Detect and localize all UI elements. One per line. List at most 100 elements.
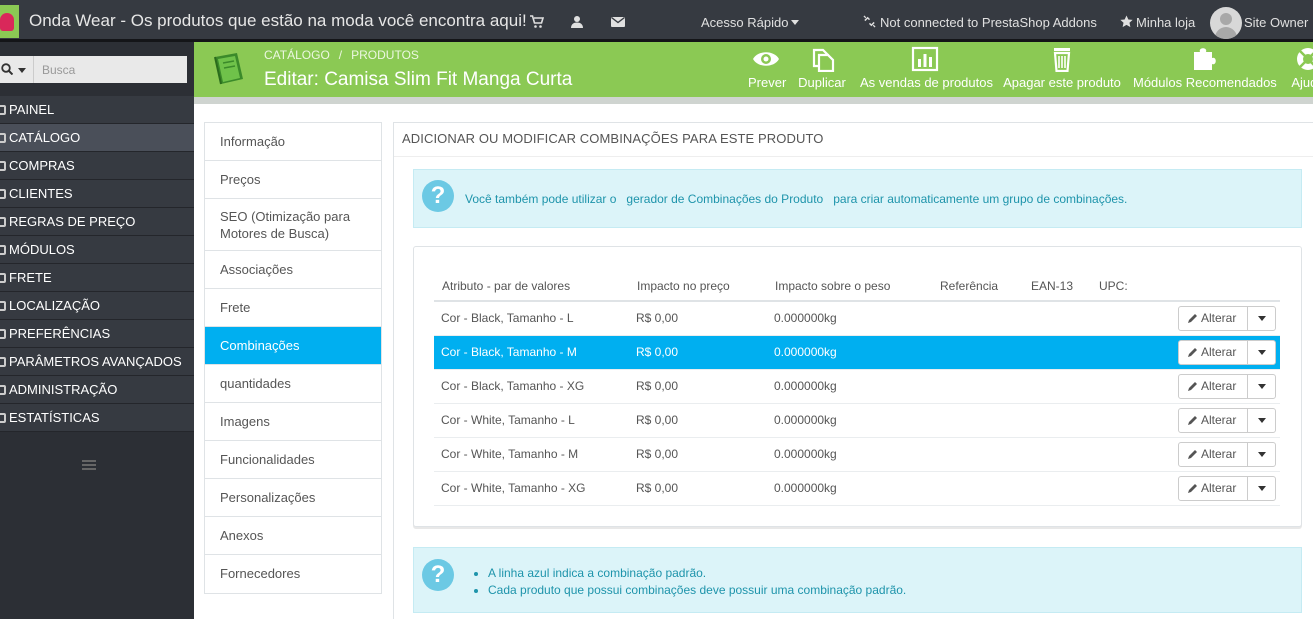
delete-product-button[interactable]: Apagar este produto — [1003, 46, 1121, 94]
envelope-icon[interactable] — [611, 15, 625, 29]
reference-cell — [932, 437, 1023, 472]
edit-dropdown-toggle[interactable] — [1248, 443, 1276, 466]
table-row-default[interactable]: Cor - Black, Tamanho - M R$ 0,00 0.00000… — [434, 335, 1280, 370]
sidebar-item-preferencias[interactable]: PREFERÊNCIAS — [0, 320, 194, 348]
tab-associacoes[interactable]: Associações — [205, 251, 381, 289]
tab-personalizacoes[interactable]: Personalizações — [205, 479, 381, 517]
edit-button-label: Alterar — [1201, 446, 1237, 461]
edit-button[interactable]: Alterar — [1179, 340, 1248, 364]
sidebar-item-administracao[interactable]: ADMINISTRAÇÃO — [0, 376, 194, 404]
my-store-link[interactable]: Minha loja — [1136, 15, 1195, 30]
edit-dropdown-toggle[interactable] — [1248, 375, 1276, 398]
quick-access-dropdown[interactable]: Acesso Rápido — [701, 15, 800, 30]
tab-seo[interactable]: SEO (Otimização para Motores de Busca) — [205, 199, 381, 251]
collapse-menu-icon[interactable] — [82, 460, 96, 472]
edit-dropdown-toggle[interactable] — [1248, 307, 1276, 330]
tag-icon — [0, 217, 6, 227]
table-row[interactable]: Cor - White, Tamanho - L R$ 0,00 0.00000… — [434, 403, 1280, 438]
sidebar-item-regras-de-preco[interactable]: REGRAS DE PREÇO — [0, 208, 194, 236]
tab-imagens[interactable]: Imagens — [205, 403, 381, 441]
edit-dropdown-toggle[interactable] — [1248, 477, 1276, 500]
tab-precos[interactable]: Preços — [205, 161, 381, 199]
table-row[interactable]: Cor - White, Tamanho - M R$ 0,00 0.00000… — [434, 437, 1280, 472]
price-impact-cell: R$ 0,00 — [629, 403, 767, 438]
recommended-modules-label: Módulos Recomendados — [1133, 75, 1277, 90]
tab-fornecedores[interactable]: Fornecedores — [205, 555, 381, 593]
unlink-icon — [863, 15, 876, 28]
edit-dropdown-toggle[interactable] — [1248, 341, 1276, 364]
tab-quantidades[interactable]: quantidades — [205, 365, 381, 403]
tab-combinacoes[interactable]: Combinações — [205, 327, 381, 365]
search-type-button[interactable] — [0, 56, 33, 83]
breadcrumb-products[interactable]: PRODUTOS — [351, 48, 419, 62]
edit-button[interactable]: Alterar — [1179, 374, 1248, 398]
upc-cell — [1091, 471, 1171, 506]
logo-mark-icon — [0, 13, 14, 31]
sidebar-item-compras[interactable]: COMPRAS — [0, 152, 194, 180]
delete-product-label: Apagar este produto — [1003, 75, 1121, 90]
recommended-modules-button[interactable]: Módulos Recomendados — [1133, 46, 1277, 94]
sidebar-item-localizacao[interactable]: LOCALIZAÇÃO — [0, 292, 194, 320]
sidebar-item-label: LOCALIZAÇÃO — [9, 298, 101, 313]
shop-title[interactable]: Onda Wear - Os produtos que estão na mod… — [29, 11, 527, 31]
edit-button-label: Alterar — [1201, 344, 1237, 359]
toolbar-divider — [194, 97, 1313, 104]
question-icon: ? — [422, 559, 454, 591]
sidebar-item-parametros-avancados[interactable]: PARÂMETROS AVANÇADOS — [0, 348, 194, 376]
edit-button-label: Alterar — [1201, 480, 1237, 495]
page-title: Editar: Camisa Slim Fit Manga Curta — [264, 69, 573, 90]
edit-button[interactable]: Alterar — [1179, 476, 1248, 500]
edit-button-label: Alterar — [1201, 378, 1237, 393]
table-row[interactable]: Cor - Black, Tamanho - XG R$ 0,00 0.0000… — [434, 369, 1280, 404]
addons-status-link[interactable]: Not connected to PrestaShop Addons — [880, 15, 1097, 30]
table-row[interactable]: Cor - White, Tamanho - XG R$ 0,00 0.0000… — [434, 471, 1280, 506]
preview-label: Prever — [748, 75, 787, 90]
edit-button[interactable]: Alterar — [1179, 306, 1248, 330]
breadcrumb-catalog[interactable]: CATÁLOGO — [264, 48, 330, 62]
chevron-down-icon — [18, 68, 26, 73]
weight-impact-cell: 0.000000kg — [767, 403, 932, 438]
prestashop-logo[interactable] — [0, 5, 19, 38]
panel-heading-divider — [394, 156, 1313, 157]
preview-button[interactable]: Prever — [748, 46, 787, 94]
sidebar-item-clientes[interactable]: CLIENTES — [0, 180, 194, 208]
user-name[interactable]: Site Owner — [1244, 15, 1308, 30]
tab-funcionalidades[interactable]: Funcionalidades — [205, 441, 381, 479]
cart-icon[interactable] — [530, 15, 544, 29]
wrench-icon — [0, 329, 6, 339]
user-icon[interactable] — [570, 15, 584, 29]
product-sales-button[interactable]: As vendas de produtos — [860, 46, 993, 94]
tab-anexos[interactable]: Anexos — [205, 517, 381, 555]
bar-chart-icon — [0, 413, 6, 423]
caret-down-icon — [1258, 349, 1266, 355]
caret-down-icon — [1258, 485, 1266, 491]
edit-dropdown-toggle[interactable] — [1248, 409, 1276, 432]
attribute-cell: Cor - Black, Tamanho - L — [434, 301, 629, 336]
pencil-icon — [1188, 381, 1197, 391]
edit-button[interactable]: Alterar — [1179, 442, 1248, 466]
reference-cell — [932, 471, 1023, 506]
gear-icon — [0, 385, 6, 395]
combination-generator-link[interactable]: gerador de Combinações do Produto — [626, 192, 823, 206]
sidebar-item-frete[interactable]: FRETE — [0, 264, 194, 292]
price-impact-cell: R$ 0,00 — [629, 437, 767, 472]
question-icon: ? — [422, 180, 454, 212]
table-row[interactable]: Cor - Black, Tamanho - L R$ 0,00 0.00000… — [434, 301, 1280, 336]
search-input[interactable] — [33, 56, 187, 83]
edit-button[interactable]: Alterar — [1179, 408, 1248, 432]
puzzle-icon — [0, 245, 6, 255]
sidebar-item-modulos[interactable]: MÓDULOS — [0, 236, 194, 264]
ean13-cell — [1023, 369, 1091, 404]
tab-frete[interactable]: Frete — [205, 289, 381, 327]
actions-cell: Alterar — [1171, 301, 1280, 336]
caret-down-icon — [1258, 383, 1266, 389]
sidebar-item-catalogo[interactable]: CATÁLOGO — [0, 124, 194, 152]
sidebar-item-estatisticas[interactable]: ESTATÍSTICAS — [0, 404, 194, 432]
duplicate-button[interactable]: Duplicar — [798, 46, 846, 94]
tab-informacao[interactable]: Informação — [205, 123, 381, 161]
edit-button-group: Alterar — [1178, 407, 1276, 433]
sidebar-item-painel[interactable]: PAINEL — [0, 96, 194, 124]
sidebar-item-label: ADMINISTRAÇÃO — [9, 382, 118, 397]
avatar[interactable] — [1210, 7, 1242, 39]
help-button[interactable]: Ajuda — [1286, 46, 1313, 94]
